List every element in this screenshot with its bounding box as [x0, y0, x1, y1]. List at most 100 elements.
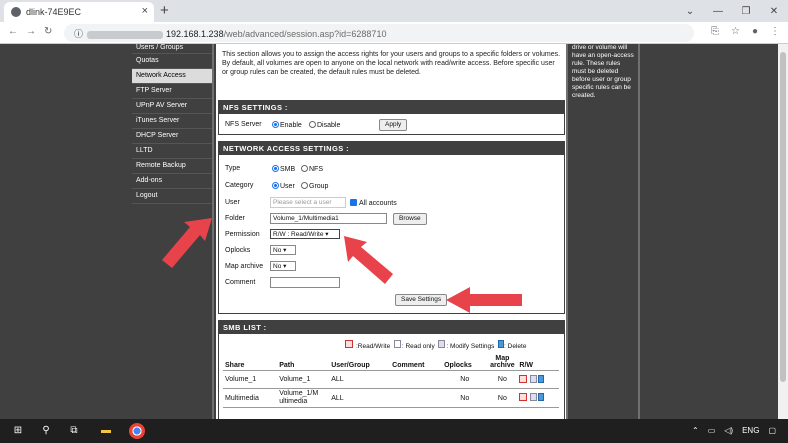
profile-icon[interactable]: ● — [752, 26, 758, 37]
browse-button[interactable]: Browse — [393, 213, 427, 225]
all-accounts-checkbox[interactable]: All accounts — [350, 199, 397, 207]
minimize-button[interactable]: — — [704, 6, 732, 17]
nav-item-quotas[interactable]: Quotas — [132, 54, 212, 69]
close-tab-icon[interactable]: × — [142, 5, 148, 17]
nfs-settings-heading: NFS SETTINGS : — [218, 100, 565, 113]
language-indicator[interactable]: ENG — [742, 426, 759, 435]
main-content: This section allows you to assign the ac… — [216, 44, 566, 419]
apply-button[interactable]: Apply — [379, 119, 408, 131]
map-archive-label: Map archive — [225, 263, 264, 270]
url-scheme-redacted — [87, 30, 164, 39]
table-row: Volume_1 Volume_1 ALL No No — [223, 370, 559, 389]
task-view-icon[interactable]: ⧉ — [66, 423, 82, 439]
cell-comment — [390, 388, 443, 408]
user-select[interactable]: Please select a user — [270, 197, 346, 208]
nav-item-dhcp-server[interactable]: DHCP Server — [132, 129, 212, 144]
nav-item-logout[interactable]: Logout — [132, 189, 212, 204]
read-write-icon — [345, 340, 353, 348]
cell-user: ALL — [329, 388, 391, 408]
tab-title: dlink-74E9EC — [26, 7, 82, 17]
network-icon[interactable]: ▭ — [708, 426, 716, 435]
search-icon[interactable]: ⚲ — [38, 423, 54, 439]
type-label: Type — [225, 165, 241, 172]
bookmark-star-icon[interactable]: ☆ — [731, 26, 740, 37]
url-host: 192.168.1.238 — [166, 29, 224, 39]
left-navigation: Users / Groups Quotas Network Access FTP… — [132, 44, 214, 419]
windows-taskbar: ⊞ ⚲ ⧉ ▬ ⌃ ▭ ◁) ENG ▢ — [0, 419, 788, 443]
windows-start-icon[interactable]: ⊞ — [10, 423, 26, 439]
maximize-button[interactable]: ❐ — [732, 6, 760, 17]
help-text: drive or volume will have an open-access… — [572, 44, 634, 99]
tray-up-icon[interactable]: ⌃ — [692, 426, 699, 435]
col-oplocks: Oplocks — [442, 354, 488, 371]
intro-text: This section allows you to assign the ac… — [222, 51, 561, 76]
type-nfs-radio[interactable]: NFS — [301, 165, 323, 173]
comment-input[interactable] — [270, 277, 340, 288]
new-tab-button[interactable]: + — [160, 2, 169, 19]
close-window-button[interactable]: ✕ — [760, 6, 788, 17]
nfs-settings-box: NFS Server Enable Disable Apply — [218, 113, 565, 135]
cell-share: Volume_1 — [223, 370, 278, 389]
translate-icon[interactable]: ⎘ — [711, 26, 719, 37]
type-smb-radio[interactable]: SMB — [272, 165, 295, 173]
smb-table: Share Path User/Group Comment Oplocks Ma… — [223, 354, 559, 408]
nav-item-upnp-av-server[interactable]: UPnP AV Server — [132, 99, 212, 114]
toolbar-icons: ⎘ ☆ ● ⋮ — [711, 26, 780, 37]
nav-item-network-access[interactable]: Network Access — [132, 69, 212, 84]
window-controls: ⌄ — ❐ ✕ — [676, 0, 788, 22]
cell-path: Volume_1 — [277, 370, 330, 389]
col-path: Path — [277, 354, 330, 371]
modify-settings-icon[interactable] — [530, 374, 538, 383]
cell-share: Multimedia — [223, 388, 278, 408]
category-user-radio[interactable]: User — [272, 182, 295, 190]
nav-item-remote-backup[interactable]: Remote Backup — [132, 159, 212, 174]
network-access-heading: NETWORK ACCESS SETTINGS : — [218, 141, 565, 154]
modify-settings-icon[interactable] — [530, 393, 538, 401]
file-explorer-icon[interactable]: ▬ — [98, 423, 114, 439]
notification-icon[interactable]: ▢ — [768, 426, 776, 435]
chrome-icon[interactable] — [129, 423, 145, 439]
volume-icon[interactable]: ◁) — [724, 426, 733, 435]
menu-icon[interactable]: ⋮ — [770, 26, 780, 37]
address-bar-row: ← → ↻ ⓘ 192.168.1.238/web/advanced/sessio… — [0, 22, 788, 44]
save-settings-button[interactable]: Save Settings — [395, 294, 448, 306]
page-viewport: Users / Groups Quotas Network Access FTP… — [0, 44, 788, 419]
page-scrollbar[interactable] — [778, 44, 788, 419]
cell-actions — [517, 370, 559, 389]
nfs-disable-radio[interactable]: Disable — [309, 121, 340, 129]
cell-oplocks: No — [442, 388, 488, 408]
forward-icon[interactable]: → — [26, 26, 36, 37]
back-icon[interactable]: ← — [8, 26, 18, 37]
map-archive-select[interactable]: No ▾ — [270, 261, 296, 271]
tab-search-icon[interactable]: ⌄ — [676, 6, 704, 17]
smb-legend: :Read/Write : Read only : Modify Setting… — [345, 340, 526, 350]
folder-label: Folder — [225, 215, 245, 222]
nav-item-ftp-server[interactable]: FTP Server — [132, 84, 212, 99]
cell-map-archive: No — [487, 370, 518, 389]
col-user-group: User/Group — [329, 354, 391, 371]
globe-icon — [11, 7, 21, 17]
info-icon[interactable]: ⓘ — [74, 29, 83, 39]
scrollbar-thumb[interactable] — [780, 52, 786, 382]
oplocks-select[interactable]: No ▾ — [270, 245, 296, 255]
delete-icon[interactable] — [538, 393, 545, 401]
reload-icon[interactable]: ↻ — [44, 26, 52, 37]
user-label: User — [225, 199, 240, 206]
nav-item-itunes-server[interactable]: iTunes Server — [132, 114, 212, 129]
category-group-radio[interactable]: Group — [301, 182, 328, 190]
nav-item-lltd[interactable]: LLTD — [132, 144, 212, 159]
url-input[interactable]: ⓘ 192.168.1.238/web/advanced/session.asp?… — [64, 24, 694, 42]
folder-input[interactable]: Volume_1/Multimedia1 — [270, 213, 387, 224]
nav-item-users-groups[interactable]: Users / Groups — [132, 44, 212, 54]
system-tray: ⌃ ▭ ◁) ENG ▢ — [692, 426, 776, 435]
delete-icon[interactable] — [538, 374, 545, 383]
nav-item-add-ons[interactable]: Add-ons — [132, 174, 212, 189]
col-map-archive: Map archive — [487, 354, 518, 371]
col-rw: R/W — [517, 354, 559, 371]
read-only-icon — [393, 340, 401, 348]
network-access-box: Type SMB NFS Category User Group User Pl… — [218, 154, 565, 314]
permission-select[interactable]: R/W : Read/Write ▾ — [270, 229, 340, 239]
modify-settings-icon — [438, 340, 446, 348]
nfs-enable-radio[interactable]: Enable — [272, 121, 302, 129]
browser-tab[interactable]: dlink-74E9EC × — [4, 2, 154, 22]
